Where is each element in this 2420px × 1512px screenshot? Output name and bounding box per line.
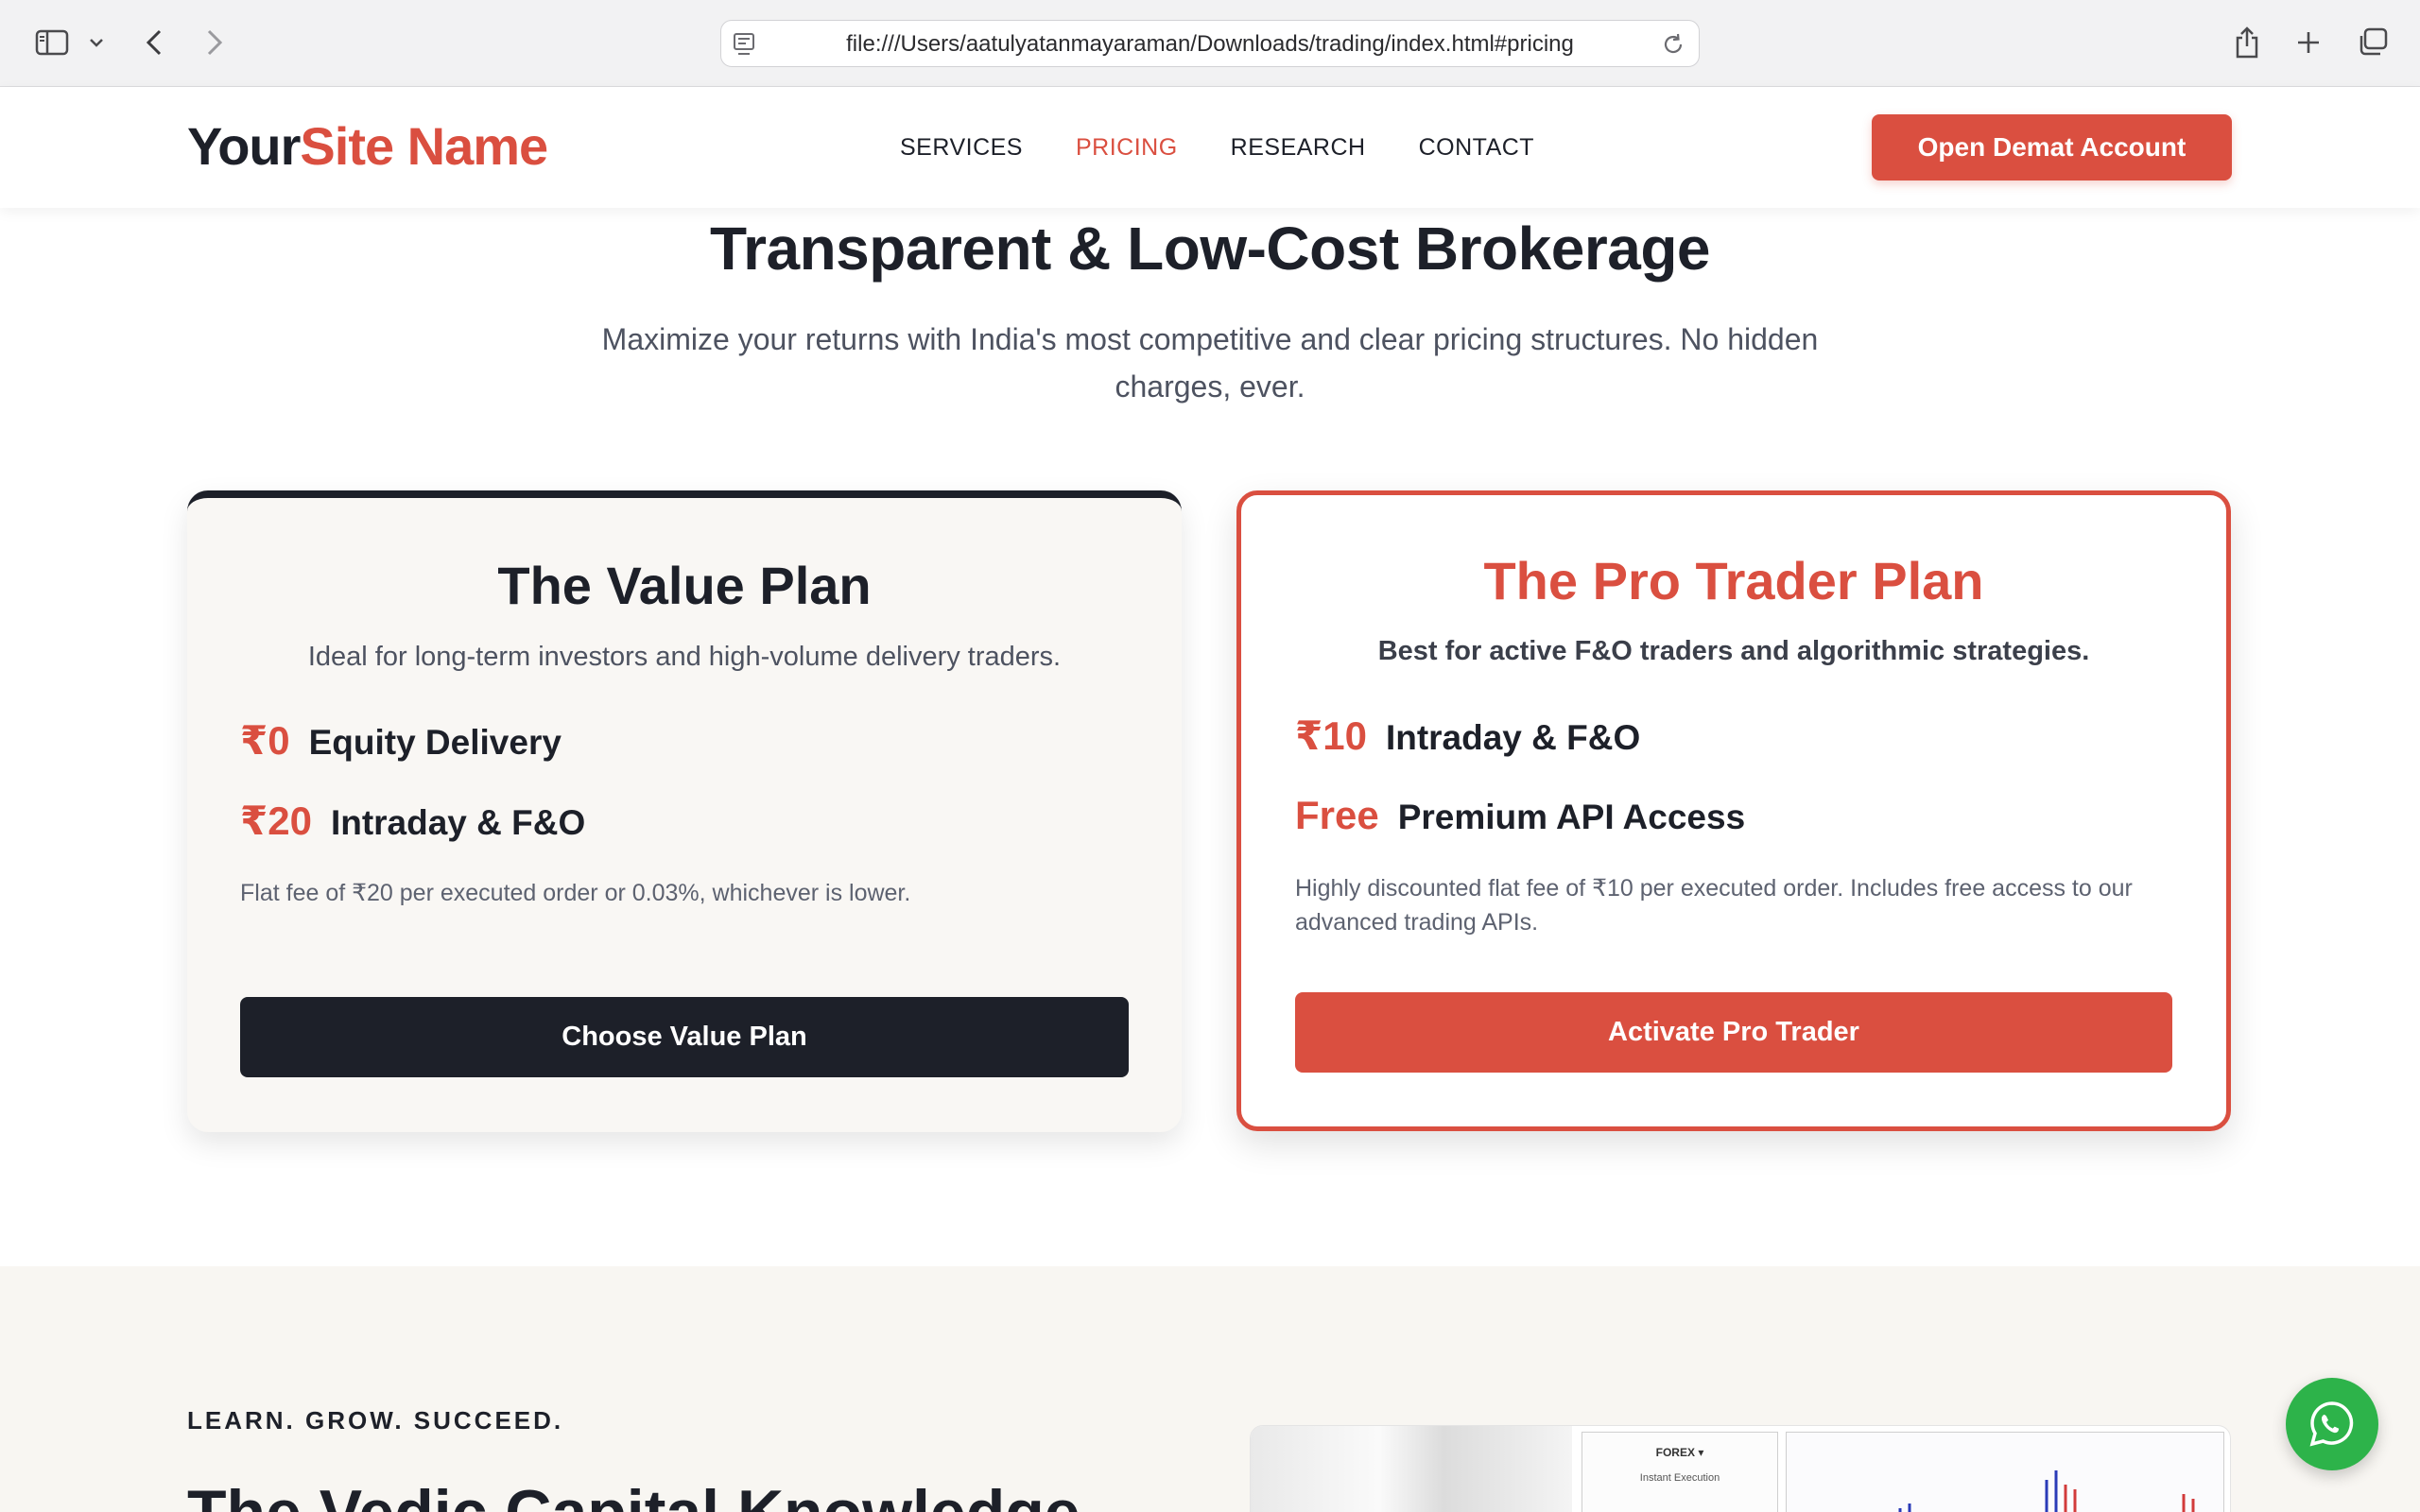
plan-name: The Pro Trader Plan xyxy=(1483,551,1984,610)
feature-price: ₹0 xyxy=(240,718,290,763)
plan-description: Best for active F&O traders and algorith… xyxy=(1377,636,2090,666)
feature-price: ₹10 xyxy=(1295,713,1367,758)
window-background xyxy=(1251,1426,1572,1512)
feature-price: Free xyxy=(1295,793,1379,837)
tabs-icon[interactable] xyxy=(2354,21,2392,64)
value-plan-card: The Value Plan Ideal for long-term inves… xyxy=(187,490,1182,1132)
plan-feature: Free Premium API Access xyxy=(1295,793,1745,838)
feature-label: Premium API Access xyxy=(1397,798,1746,836)
chevron-down-icon[interactable] xyxy=(85,21,108,64)
plan-feature: ₹10 Intraday & F&O xyxy=(1295,713,1640,759)
reload-icon[interactable] xyxy=(1661,32,1685,57)
address-bar[interactable]: file:///Users/aatulyatanmayaraman/Downlo… xyxy=(720,20,1700,67)
plan-name: The Value Plan xyxy=(497,556,872,615)
knowledge-title: The Vedic Capital Knowledge xyxy=(187,1476,1080,1512)
whatsapp-icon[interactable] xyxy=(2286,1378,2378,1470)
activate-pro-trader-button[interactable]: Activate Pro Trader xyxy=(1295,992,2172,1073)
site-logo[interactable]: YourSite Name xyxy=(187,115,548,177)
forward-icon[interactable] xyxy=(200,21,229,64)
open-demat-account-button[interactable]: Open Demat Account xyxy=(1872,114,2232,180)
pricing-subtitle: Maximize your returns with India's most … xyxy=(601,322,1819,404)
pro-trader-plan-card: The Pro Trader Plan Best for active F&O … xyxy=(1236,490,2231,1131)
plus-icon[interactable] xyxy=(2291,21,2325,64)
pricing-title: Transparent & Low-Cost Brokerage xyxy=(710,215,1711,283)
main-nav: SERVICES PRICING RESEARCH CONTACT xyxy=(900,87,1534,208)
nav-contact[interactable]: CONTACT xyxy=(1419,134,1534,162)
logo-part-2: Site Name xyxy=(300,116,548,176)
url-text[interactable]: file:///Users/aatulyatanmayaraman/Downlo… xyxy=(721,21,1699,68)
candlestick-chart-image xyxy=(1786,1432,2224,1512)
plan-note: Flat fee of ₹20 per executed order or 0.… xyxy=(240,880,911,906)
feature-price: ₹20 xyxy=(240,799,312,843)
share-icon[interactable] xyxy=(2229,21,2265,64)
site-header: YourSite Name SERVICES PRICING RESEARCH … xyxy=(0,87,2420,208)
forex-panel: FOREX ▾ Instant Execution xyxy=(1582,1432,1778,1512)
back-icon[interactable] xyxy=(140,21,168,64)
nav-services[interactable]: SERVICES xyxy=(900,134,1023,162)
forex-panel-subtitle: Instant Execution xyxy=(1639,1472,1720,1484)
feature-label: Intraday & F&O xyxy=(1385,718,1641,757)
trading-screen-image: FOREX ▾ Instant Execution xyxy=(1250,1425,2231,1512)
feature-label: Intraday & F&O xyxy=(330,803,586,842)
knowledge-section: LEARN. GROW. SUCCEED. The Vedic Capital … xyxy=(0,1266,2420,1512)
forex-panel-title: FOREX ▾ xyxy=(1655,1446,1704,1459)
logo-part-1: Your xyxy=(187,116,301,176)
plan-note: Highly discounted flat fee of ₹10 per ex… xyxy=(1295,875,2133,936)
plan-description: Ideal for long-term investors and high-v… xyxy=(307,642,1062,672)
browser-toolbar: file:///Users/aatulyatanmayaraman/Downlo… xyxy=(0,0,2420,87)
choose-value-plan-button[interactable]: Choose Value Plan xyxy=(240,997,1129,1077)
nav-research[interactable]: RESEARCH xyxy=(1231,134,1366,162)
section-eyebrow: LEARN. GROW. SUCCEED. xyxy=(187,1406,564,1435)
plan-feature: ₹20 Intraday & F&O xyxy=(240,798,585,844)
feature-label: Equity Delivery xyxy=(308,723,562,762)
plan-feature: ₹0 Equity Delivery xyxy=(240,717,562,764)
sidebar-icon[interactable] xyxy=(32,21,72,64)
nav-pricing[interactable]: PRICING xyxy=(1076,134,1178,162)
